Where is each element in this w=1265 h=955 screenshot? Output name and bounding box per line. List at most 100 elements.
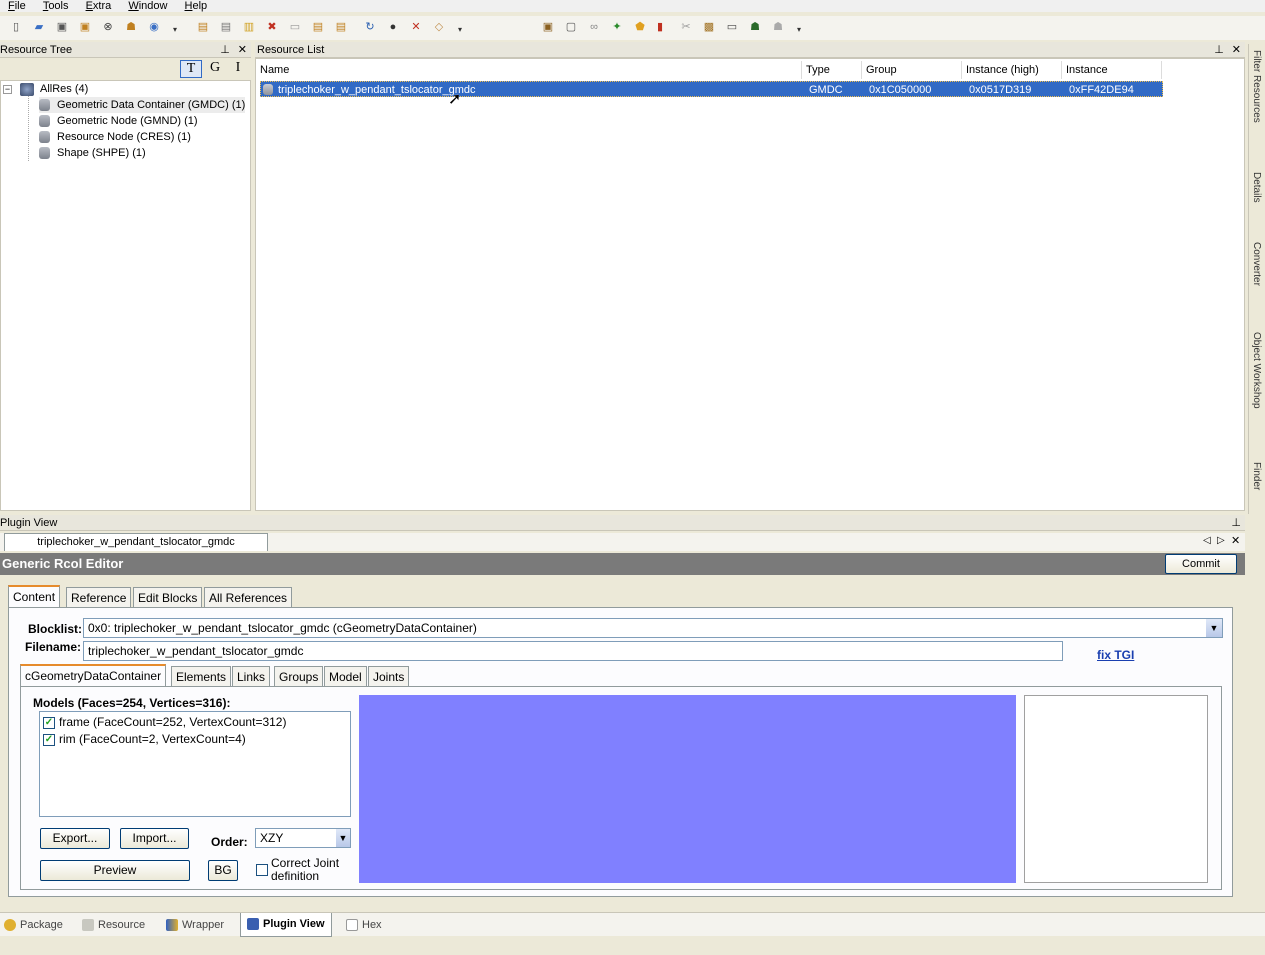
close-circle-icon[interactable]: ⊗ xyxy=(100,19,116,35)
side-tab-filter-resources[interactable]: Filter Resources xyxy=(1251,50,1262,123)
subtab-elements[interactable]: Elements xyxy=(171,666,232,686)
pin-icon[interactable]: ⊥ xyxy=(1231,517,1241,529)
tab-content[interactable]: Content xyxy=(8,585,61,607)
preview-canvas[interactable] xyxy=(359,695,1016,883)
checkbox-checked-icon[interactable]: ✓ xyxy=(43,716,55,729)
close-icon[interactable]: ✕ xyxy=(238,44,247,56)
filename-field[interactable]: triplechoker_w_pendant_tslocator_gmdc xyxy=(83,641,1063,661)
side-tab-details[interactable]: Details xyxy=(1251,172,1262,203)
preview-button[interactable]: Preview xyxy=(40,860,190,881)
note-icon[interactable]: ▤ xyxy=(310,19,326,35)
list-icon[interactable]: ▤ xyxy=(333,19,349,35)
scroll-left-icon[interactable]: ◁ xyxy=(1203,535,1211,546)
pin-icon[interactable]: ⊥ xyxy=(220,44,230,56)
table-row[interactable]: triplechoker_w_pendant_tslocator_gmdc GM… xyxy=(260,81,1163,97)
folder-icon[interactable]: ▤ xyxy=(195,19,211,35)
menu-file[interactable]: File xyxy=(8,1,26,12)
puzzle-icon[interactable]: ✦ xyxy=(609,19,625,35)
briefcase-icon[interactable]: ▣ xyxy=(540,19,556,35)
save-package-icon[interactable]: ▤ xyxy=(218,19,234,35)
column-type[interactable]: Type xyxy=(802,61,862,79)
bell-icon[interactable]: ● xyxy=(385,19,401,35)
toolbar-overflow-icon-2[interactable]: ▾ xyxy=(458,25,465,35)
order-select[interactable]: XZY ▼ xyxy=(255,828,351,848)
column-instance-high[interactable]: Instance (high) xyxy=(962,61,1062,79)
correct-joint-checkbox[interactable] xyxy=(256,864,268,877)
new-file-icon[interactable]: ▯ xyxy=(8,19,24,35)
document-tab[interactable]: triplechoker_w_pendant_tslocator_gmdc xyxy=(4,533,268,551)
lock-icon[interactable]: ▩ xyxy=(701,19,717,35)
tree-item-shpe[interactable]: Shape (SHPE) (1) xyxy=(39,145,146,161)
web-search-icon[interactable]: ◉ xyxy=(146,19,162,35)
tab-plugin-view[interactable]: Plugin View xyxy=(240,913,332,937)
badge-icon[interactable]: ⬟ xyxy=(632,19,648,35)
tab-resource[interactable]: Resource xyxy=(82,915,145,935)
tree-item-cres[interactable]: Resource Node (CRES) (1) xyxy=(39,129,191,145)
tree-item-gmnd[interactable]: Geometric Node (GMND) (1) xyxy=(39,113,198,129)
filter-group-button[interactable]: G xyxy=(205,60,225,78)
chevron-down-icon[interactable]: ▼ xyxy=(1206,619,1222,637)
scroll-right-icon[interactable]: ▷ xyxy=(1217,535,1225,546)
toolbar-overflow-icon-3[interactable]: ▾ xyxy=(797,25,804,35)
subtab-model[interactable]: Model xyxy=(324,666,367,686)
people-icon[interactable]: ☗ xyxy=(747,19,763,35)
menu-help[interactable]: Help xyxy=(185,1,208,12)
eraser-icon[interactable]: ◇ xyxy=(431,19,447,35)
marker-icon[interactable]: ▮ xyxy=(652,19,668,35)
subtab-groups[interactable]: Groups xyxy=(274,666,324,686)
menu-tools[interactable]: Tools xyxy=(43,1,69,12)
list-item[interactable]: ✓ rim (FaceCount=2, VertexCount=4) xyxy=(43,732,246,746)
close-icon[interactable]: ✕ xyxy=(1232,44,1241,56)
users-icon[interactable]: ☗ xyxy=(123,19,139,35)
filter-instance-button[interactable]: I xyxy=(228,60,248,78)
wrapper-icon xyxy=(166,919,178,932)
tab-hex[interactable]: Hex xyxy=(346,915,382,935)
bg-button[interactable]: BG xyxy=(208,860,238,881)
export-button[interactable]: Export... xyxy=(40,828,110,849)
save-as-icon[interactable]: ▣ xyxy=(77,19,93,35)
fix-tgi-link[interactable]: fix TGI xyxy=(1097,648,1134,662)
subtab-geometry-data-container[interactable]: cGeometryDataContainer xyxy=(20,664,167,686)
import-button[interactable]: Import... xyxy=(120,828,189,849)
column-instance[interactable]: Instance xyxy=(1062,61,1162,79)
refresh-icon[interactable]: ↻ xyxy=(362,19,378,35)
chevron-down-icon[interactable]: ▼ xyxy=(336,829,350,847)
column-group[interactable]: Group xyxy=(862,61,962,79)
toolbar-overflow-icon[interactable]: ▾ xyxy=(173,25,180,35)
group-disabled-icon[interactable]: ☗ xyxy=(770,19,786,35)
tree-item-gmdc[interactable]: Geometric Data Container (GMDC) (1) xyxy=(39,97,246,113)
tab-edit-blocks[interactable]: Edit Blocks xyxy=(133,587,203,607)
save-icon[interactable]: ▣ xyxy=(54,19,70,35)
subtab-joints[interactable]: Joints xyxy=(368,666,410,686)
filter-type-button[interactable]: T xyxy=(180,60,202,78)
menu-extra[interactable]: Extra xyxy=(86,1,112,12)
side-tab-finder[interactable]: Finder xyxy=(1251,462,1262,490)
close-document-icon[interactable]: ✕ xyxy=(1231,534,1240,547)
tab-all-references[interactable]: All References xyxy=(204,587,293,607)
blocklist-select[interactable]: 0x0: triplechoker_w_pendant_tslocator_gm… xyxy=(83,618,1223,638)
scissors-icon[interactable]: ✂ xyxy=(678,19,694,35)
commit-button[interactable]: Commit xyxy=(1165,554,1237,574)
open-folder-icon[interactable]: ▰ xyxy=(31,19,47,35)
open-package-icon[interactable]: ▥ xyxy=(241,19,257,35)
tab-reference[interactable]: Reference xyxy=(66,587,132,607)
tab-wrapper[interactable]: Wrapper xyxy=(166,915,224,935)
red-x-icon[interactable]: ✕ xyxy=(408,19,424,35)
menu-window[interactable]: Window xyxy=(128,1,167,12)
subtab-links[interactable]: Links xyxy=(232,666,271,686)
document-search-icon[interactable]: ▢ xyxy=(563,19,579,35)
side-tab-converter[interactable]: Converter xyxy=(1251,242,1262,286)
tree-root[interactable]: − AllRes (4) xyxy=(3,81,88,97)
side-tab-object-workshop[interactable]: Object Workshop xyxy=(1251,332,1262,409)
column-name[interactable]: Name xyxy=(256,61,802,79)
tab-package[interactable]: Package xyxy=(4,915,63,935)
order-label: Order: xyxy=(211,835,248,849)
camera-icon[interactable]: ▭ xyxy=(724,19,740,35)
link-icon[interactable]: ∞ xyxy=(586,19,602,35)
collapse-icon[interactable]: − xyxy=(3,84,12,94)
pin-icon[interactable]: ⊥ xyxy=(1214,44,1224,56)
delete-resource-icon[interactable]: ✖ xyxy=(264,19,280,35)
comment-icon[interactable]: ▭ xyxy=(287,19,303,35)
list-item[interactable]: ✓ frame (FaceCount=252, VertexCount=312) xyxy=(43,715,286,729)
checkbox-checked-icon[interactable]: ✓ xyxy=(43,733,55,746)
